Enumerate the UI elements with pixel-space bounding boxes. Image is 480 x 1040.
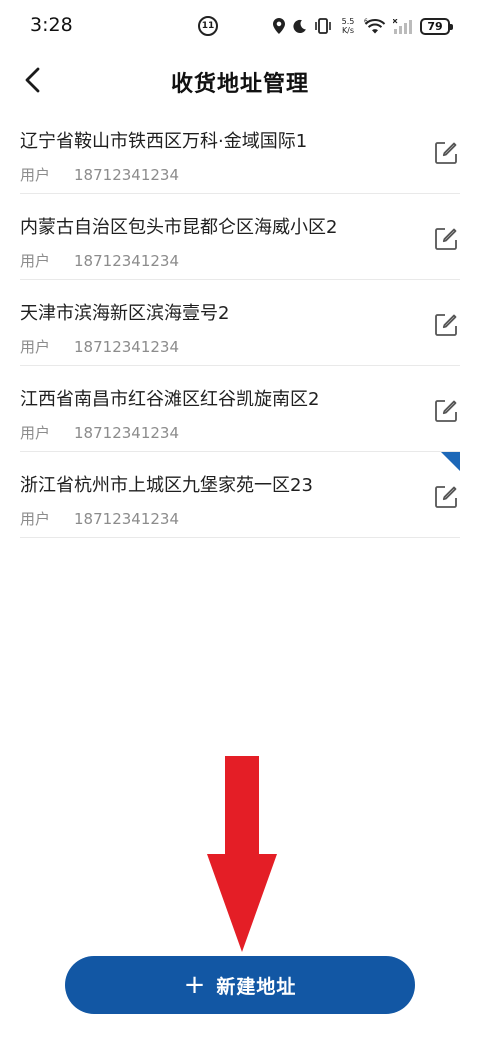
address-list: 辽宁省鞍山市铁西区万科·金域国际1 用户 18712341234 内蒙古自治区包头… — [20, 108, 460, 538]
contact-phone: 18712341234 — [74, 166, 179, 184]
address-contact: 用户 18712341234 — [20, 508, 179, 529]
wifi-icon: 6 — [364, 18, 386, 33]
address-text: 天津市滨海新区滨海壹号2 — [20, 303, 230, 324]
network-speed: 5.5 K/s — [341, 17, 355, 35]
address-contact: 用户 18712341234 — [20, 250, 179, 271]
address-contact: 用户 18712341234 — [20, 336, 179, 357]
contact-phone: 18712341234 — [74, 252, 179, 270]
vibrate-icon — [315, 18, 331, 34]
header: 收货地址管理 — [0, 52, 480, 108]
address-text: 浙江省杭州市上城区九堡家苑一区23 — [20, 475, 313, 496]
new-address-label: 新建地址 — [216, 975, 297, 998]
contact-name: 用户 — [20, 424, 51, 442]
location-icon — [273, 18, 285, 34]
edit-icon[interactable] — [434, 313, 458, 337]
contact-phone: 18712341234 — [74, 510, 179, 528]
address-item[interactable]: 江西省南昌市红谷滩区红谷凯旋南区2 用户 18712341234 — [20, 366, 460, 452]
address-item-current[interactable]: 当前 浙江省杭州市上城区九堡家苑一区23 用户18712341234 — [20, 452, 460, 538]
notification-badge-icon: 11 — [198, 16, 218, 36]
contact-name: 用户 — [20, 510, 51, 528]
status-time: 3:28 — [30, 14, 73, 36]
signal-icon — [393, 18, 412, 34]
edit-icon[interactable] — [434, 485, 458, 509]
contact-name: 用户 — [20, 252, 51, 270]
status-bar: 3:28 11 5.5 K/s 6 79 — [0, 0, 480, 52]
moon-icon — [293, 19, 306, 33]
edit-icon[interactable] — [434, 399, 458, 423]
address-item[interactable]: 天津市滨海新区滨海壹号2 用户 18712341234 — [20, 280, 460, 366]
svg-text:6: 6 — [364, 18, 368, 25]
contact-name: 用户 — [20, 338, 51, 356]
page-title: 收货地址管理 — [170, 72, 309, 97]
address-contact: 用户 18712341234 — [20, 164, 179, 185]
plus-icon: + — [183, 970, 207, 1000]
edit-icon[interactable] — [434, 141, 458, 165]
battery-icon: 79 — [420, 17, 453, 35]
contact-phone: 18712341234 — [74, 338, 179, 356]
address-text: 辽宁省鞍山市铁西区万科·金域国际1 — [20, 131, 308, 152]
contact-phone: 18712341234 — [74, 424, 179, 442]
status-icons: 5.5 K/s 6 79 — [273, 15, 453, 37]
address-contact: 用户 18712341234 — [20, 422, 179, 443]
address-item[interactable]: 内蒙古自治区包头市昆都仑区海威小区2 用户 18712341234 — [20, 194, 460, 280]
contact-name: 用户 — [20, 166, 51, 184]
annotation-arrow-icon — [207, 756, 277, 952]
address-text: 江西省南昌市红谷滩区红谷凯旋南区2 — [20, 389, 320, 410]
edit-icon[interactable] — [434, 227, 458, 251]
new-address-button[interactable]: + 新建地址 — [65, 956, 415, 1014]
address-text: 内蒙古自治区包头市昆都仑区海威小区2 — [20, 217, 338, 238]
address-item[interactable]: 辽宁省鞍山市铁西区万科·金域国际1 用户 18712341234 — [20, 108, 460, 194]
